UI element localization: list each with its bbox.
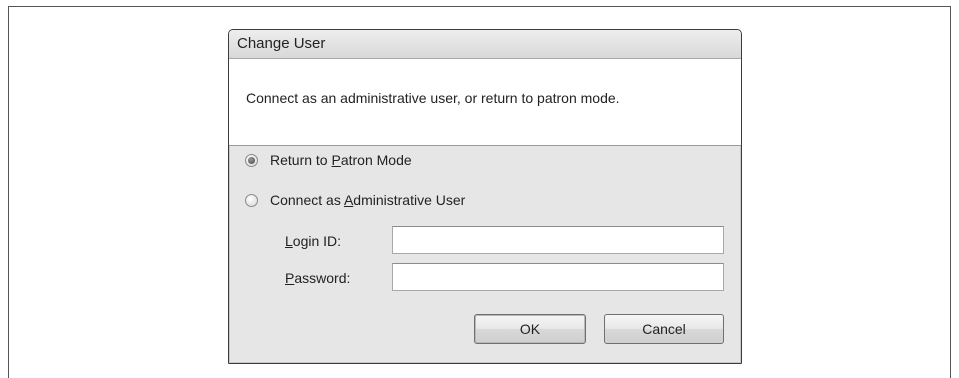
instruction-text: Connect as an administrative user, or re… — [246, 90, 620, 106]
patron-mode-radio[interactable] — [245, 153, 258, 167]
ok-button[interactable]: OK — [474, 314, 586, 344]
patron-mode-label: Return to Patron Mode — [270, 152, 412, 168]
dialog-header: Connect as an administrative user, or re… — [229, 59, 741, 146]
change-user-dialog: Change User Connect as an administrative… — [228, 29, 742, 364]
patron-mode-option[interactable]: Return to Patron Mode — [245, 152, 412, 168]
password-input[interactable] — [392, 263, 724, 291]
admin-user-option[interactable]: Connect as Administrative User — [245, 192, 465, 208]
login-id-label: Login ID: — [285, 233, 342, 249]
password-label: Password: — [285, 270, 351, 286]
admin-user-radio[interactable] — [245, 193, 258, 207]
dialog-title: Change User — [237, 35, 326, 52]
dialog-titlebar[interactable]: Change User — [229, 30, 741, 59]
admin-user-label: Connect as Administrative User — [270, 192, 466, 208]
cancel-button[interactable]: Cancel — [604, 314, 724, 344]
login-id-input[interactable] — [392, 226, 724, 254]
